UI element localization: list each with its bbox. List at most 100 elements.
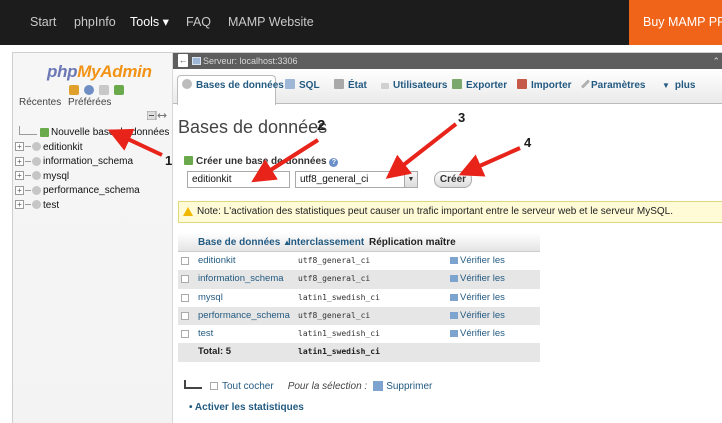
help-icon[interactable]: ? bbox=[329, 158, 339, 167]
database-icon bbox=[32, 142, 41, 152]
settings-icon[interactable] bbox=[114, 85, 125, 95]
privileges-icon bbox=[450, 257, 458, 264]
logout-icon[interactable] bbox=[84, 85, 95, 95]
back-arrow-icon[interactable]: ← bbox=[178, 54, 188, 67]
database-icon bbox=[32, 156, 41, 166]
row-checkbox[interactable] bbox=[181, 330, 189, 339]
privileges-icon bbox=[450, 330, 458, 338]
nav-mamp-website[interactable]: MAMP Website bbox=[228, 0, 314, 45]
table-row: editionkit utf8_general_ci Vérifier les … bbox=[178, 252, 540, 284]
statistics-notice: Note: L'activation des statistiques peut… bbox=[178, 201, 722, 223]
nav-phpinfo[interactable]: phpInfo bbox=[74, 0, 116, 45]
check-all-checkbox[interactable] bbox=[210, 382, 218, 390]
dropdown-icon: ▼ bbox=[662, 81, 670, 90]
breadcrumb-server[interactable]: Serveur: localhost:3306 bbox=[203, 56, 298, 66]
column-collation[interactable]: Interclassement bbox=[288, 233, 364, 252]
column-replication: Réplication maître bbox=[369, 237, 456, 248]
database-link[interactable]: editionkit bbox=[198, 252, 236, 270]
tab-settings[interactable]: Paramètres bbox=[580, 78, 645, 94]
databases-table: Base de données ▲ Interclassement Réplic… bbox=[178, 233, 540, 362]
expand-icon[interactable]: + bbox=[15, 185, 24, 195]
row-checkbox[interactable] bbox=[181, 293, 189, 302]
database-name-input[interactable]: editionkit bbox=[187, 171, 290, 188]
database-icon bbox=[32, 171, 41, 181]
navigation-panel: phpMyAdmin Récentes Préférées Nouvelle b… bbox=[13, 53, 173, 423]
collation-value: latin1_swedish_ci bbox=[298, 329, 380, 339]
tab-export[interactable]: Exporter bbox=[452, 78, 507, 94]
database-link[interactable]: mysql bbox=[198, 289, 223, 307]
nav-start[interactable]: Start bbox=[30, 0, 56, 45]
annotation-label-2: 2 bbox=[317, 117, 326, 134]
tree-db-mysql[interactable]: + mysql bbox=[15, 170, 173, 185]
create-database-label: Créer une base de données ? bbox=[184, 156, 339, 167]
buy-mamp-pro-button[interactable]: Buy MAMP PRO bbox=[629, 0, 722, 45]
table-total-row: Total: 5 latin1_swedish_ci bbox=[178, 343, 540, 362]
database-link[interactable]: test bbox=[198, 325, 213, 343]
expand-icon[interactable]: + bbox=[15, 156, 24, 166]
total-count: Total: 5 bbox=[198, 346, 232, 358]
phpmyadmin-logo[interactable]: phpMyAdmin bbox=[47, 62, 152, 82]
select-arrow-icon bbox=[184, 380, 202, 389]
table-header: Base de données ▲ Interclassement Réplic… bbox=[178, 233, 540, 252]
users-icon bbox=[381, 83, 389, 89]
database-icon bbox=[182, 79, 192, 89]
docs-icon[interactable] bbox=[99, 85, 110, 95]
tree-new-database[interactable]: Nouvelle base de données bbox=[15, 126, 173, 141]
tab-favorites[interactable]: Préférées bbox=[68, 97, 111, 108]
mamp-top-nav: Start phpInfo Tools ▾ FAQ MAMP Website B… bbox=[0, 0, 722, 45]
table-row: test latin1_swedish_ci Vérifier les priv… bbox=[178, 325, 540, 357]
total-collation: latin1_swedish_ci bbox=[298, 347, 380, 357]
tree-db-information-schema[interactable]: + information_schema bbox=[15, 155, 173, 170]
collation-value: utf8_general_ci bbox=[298, 310, 371, 320]
tree-db-editionkit[interactable]: + editionkit bbox=[15, 141, 173, 156]
tab-import[interactable]: Importer bbox=[517, 78, 572, 94]
tab-sql[interactable]: SQL bbox=[285, 78, 320, 94]
new-database-icon bbox=[40, 127, 49, 137]
collapse-link-icon[interactable] bbox=[147, 111, 167, 120]
database-link[interactable]: information_schema bbox=[198, 270, 284, 288]
tab-status[interactable]: État bbox=[334, 78, 367, 94]
database-icon bbox=[32, 185, 41, 195]
bulk-actions: Tout cocher Pour la sélection : Supprimer bbox=[184, 380, 432, 394]
home-icon[interactable] bbox=[69, 85, 79, 95]
table-row: performance_schema utf8_general_ci Vérif… bbox=[178, 306, 540, 339]
nav-faq[interactable]: FAQ bbox=[186, 0, 211, 45]
delete-icon[interactable] bbox=[373, 381, 384, 391]
expand-icon[interactable]: + bbox=[15, 142, 24, 152]
activate-statistics-link[interactable]: • Activer les statistiques bbox=[189, 402, 304, 413]
expand-icon[interactable]: + bbox=[15, 171, 24, 181]
check-all-label[interactable]: Tout cocher bbox=[222, 381, 274, 392]
tree-db-performance-schema[interactable]: + performance_schema bbox=[15, 184, 173, 199]
tab-more[interactable]: ▼ plus bbox=[662, 78, 695, 94]
warning-icon bbox=[183, 207, 193, 216]
database-tree: Nouvelle base de données + editionkit + in… bbox=[15, 126, 173, 213]
nav-tabs: Récentes Préférées bbox=[19, 97, 115, 108]
dropdown-arrow-icon[interactable]: ▼ bbox=[404, 172, 417, 187]
import-icon bbox=[517, 79, 527, 89]
table-row: information_schema utf8_general_ci Vérif… bbox=[178, 270, 540, 302]
tab-recent[interactable]: Récentes bbox=[19, 97, 61, 108]
expand-icon[interactable]: + bbox=[15, 200, 24, 210]
tree-db-test[interactable]: + test bbox=[15, 199, 173, 214]
row-checkbox[interactable] bbox=[181, 311, 189, 320]
row-checkbox[interactable] bbox=[181, 275, 189, 284]
column-database[interactable]: Base de données ▲ bbox=[198, 233, 291, 252]
collation-value: utf8_general_ci bbox=[298, 274, 371, 284]
sql-icon bbox=[285, 79, 295, 89]
page-title: Bases de données bbox=[178, 117, 328, 137]
create-database-icon bbox=[184, 156, 193, 165]
nav-tools[interactable]: Tools ▾ bbox=[130, 0, 169, 45]
for-selection-label: Pour la sélection : bbox=[287, 381, 368, 392]
delete-button[interactable]: Supprimer bbox=[386, 381, 432, 392]
create-button[interactable]: Créer bbox=[434, 171, 472, 188]
menu-toggle-icon[interactable]: ⌃ bbox=[712, 53, 720, 69]
row-checkbox[interactable] bbox=[181, 257, 189, 265]
annotation-label-3: 3 bbox=[458, 110, 466, 125]
privileges-icon bbox=[450, 311, 458, 319]
page: Start phpInfo Tools ▾ FAQ MAMP Website B… bbox=[0, 0, 722, 423]
tab-databases[interactable]: Bases de données bbox=[182, 78, 284, 94]
database-link[interactable]: performance_schema bbox=[198, 307, 290, 325]
collation-select[interactable]: utf8_general_ci ▼ bbox=[295, 171, 418, 188]
database-icon bbox=[32, 200, 41, 210]
tab-users[interactable]: Utilisateurs bbox=[381, 78, 447, 94]
